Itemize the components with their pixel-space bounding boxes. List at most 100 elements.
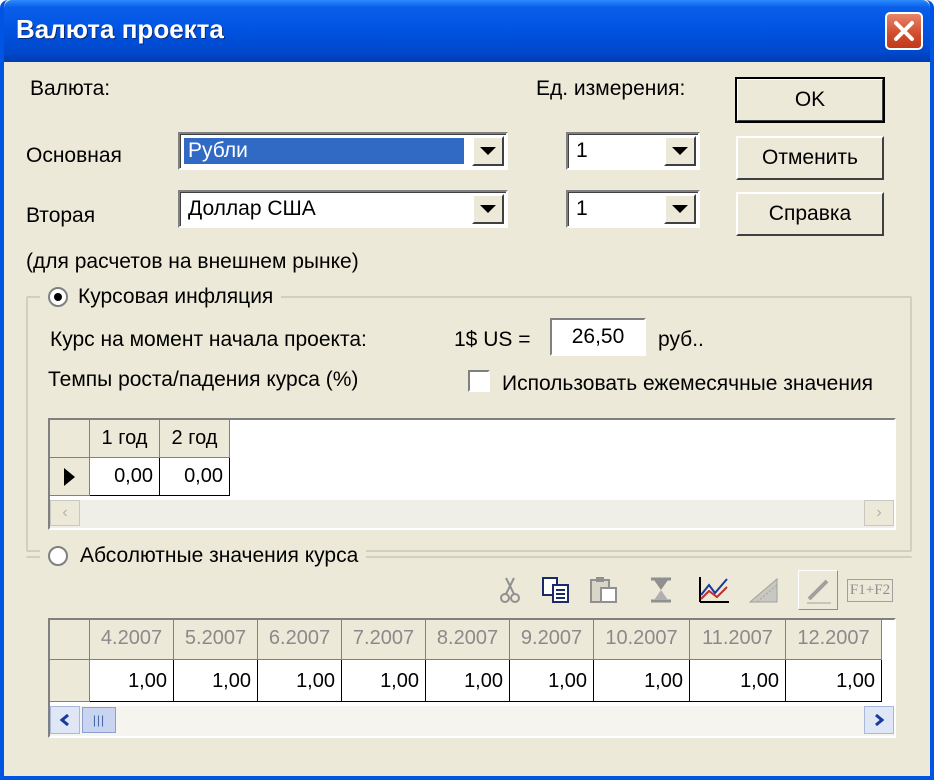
cut-button[interactable] — [490, 570, 530, 610]
absolute-values-label: Абсолютные значения курса — [80, 544, 359, 567]
ok-button[interactable]: OK — [735, 77, 885, 123]
chevron-down-icon — [672, 205, 688, 213]
window-title: Валюта проекта — [16, 14, 224, 44]
chevron-left-icon — [59, 713, 69, 727]
chevron-down-icon — [480, 205, 496, 213]
table-corner — [50, 620, 90, 660]
column-header[interactable]: 6.2007 — [258, 620, 342, 660]
table-cell[interactable]: 1,00 — [594, 660, 690, 702]
paste-button[interactable] — [584, 570, 624, 610]
second-currency-select[interactable]: Доллар США — [178, 190, 508, 228]
table-cell[interactable]: 0,00 — [90, 458, 160, 496]
absolute-values-table[interactable]: 4.2007 1,00 5.2007 1,00 6.2007 1,00 7.2007 1,00… — [48, 618, 896, 738]
second-unit-dropdown-button[interactable] — [664, 194, 696, 224]
chevron-right-icon — [875, 713, 885, 727]
formula-button[interactable]: F1+F2 — [846, 570, 894, 610]
absolute-values-radio[interactable] — [48, 546, 68, 566]
second-currency-value: Доллар США — [188, 197, 316, 220]
usd-label: 1$ US = — [454, 328, 531, 351]
table-cell[interactable]: 1,00 — [174, 660, 258, 702]
second-unit-value: 1 — [576, 197, 588, 220]
chevron-right-icon: › — [876, 504, 882, 521]
second-currency-label: Вторая — [26, 204, 96, 227]
main-unit-select[interactable]: 1 — [566, 132, 700, 170]
area-chart-icon — [748, 577, 778, 603]
table-cell[interactable]: 1,00 — [258, 660, 342, 702]
hourglass-button[interactable] — [642, 570, 682, 610]
line-chart-button[interactable] — [694, 570, 734, 610]
column-header[interactable]: 2 год — [160, 420, 230, 458]
current-row-icon — [64, 467, 75, 486]
table-corner — [50, 420, 90, 458]
rate-inflation-option[interactable]: Курсовая инфляция — [40, 284, 282, 310]
copy-button[interactable] — [536, 570, 576, 610]
growth-rate-table[interactable]: 1 год 2 год 0,00 0,00 ‹ › — [48, 418, 896, 530]
scroll-left-button[interactable]: ‹ — [50, 500, 80, 526]
cancel-button[interactable]: Отменить — [736, 136, 884, 180]
absolute-table-hscrollbar[interactable]: ||| — [50, 706, 894, 736]
chevron-down-icon — [672, 147, 688, 155]
line-chart-icon — [699, 577, 729, 603]
second-unit-select[interactable]: 1 — [566, 190, 700, 228]
rate-inflation-radio[interactable] — [48, 287, 68, 307]
pencil-button[interactable] — [798, 570, 838, 610]
row-header[interactable] — [50, 458, 90, 496]
column-header[interactable]: 7.2007 — [342, 620, 426, 660]
main-currency-select[interactable]: Рубли — [178, 132, 508, 170]
external-market-note: (для расчетов на внешнем рынке) — [26, 250, 359, 273]
monthly-values-label[interactable]: Использовать ежемесячные значения — [502, 372, 873, 396]
pencil-icon — [807, 579, 831, 604]
table-cell[interactable]: 1,00 — [426, 660, 510, 702]
table-cell[interactable]: 0,00 — [160, 458, 230, 496]
help-button[interactable]: Справка — [736, 192, 884, 236]
column-header[interactable]: 4.2007 — [90, 620, 174, 660]
title-bar[interactable]: Валюта проекта — [4, 0, 930, 62]
row-header[interactable] — [50, 660, 90, 702]
table-cell[interactable]: 1,00 — [786, 660, 882, 702]
growth-rate-label: Темпы роста/падения курса (%) — [48, 368, 359, 391]
rate-inflation-label: Курсовая инфляция — [78, 285, 274, 308]
close-button[interactable] — [885, 12, 923, 50]
column-header[interactable]: 11.2007 — [690, 620, 786, 660]
chevron-left-icon: ‹ — [62, 504, 68, 521]
second-currency-dropdown-button[interactable] — [472, 194, 504, 224]
absolute-toolbar: F1+F2 — [490, 570, 894, 612]
main-currency-dropdown-button[interactable] — [472, 136, 504, 166]
paste-icon — [590, 577, 617, 603]
monthly-values-checkbox[interactable] — [468, 370, 490, 392]
currency-label: Валюта: — [30, 77, 111, 100]
main-unit-value: 1 — [576, 139, 588, 162]
scroll-right-button[interactable]: › — [864, 500, 894, 526]
main-currency-value: Рубли — [184, 138, 464, 164]
area-chart-button[interactable] — [744, 570, 784, 610]
column-header[interactable]: 5.2007 — [174, 620, 258, 660]
column-header[interactable]: 12.2007 — [786, 620, 882, 660]
absolute-values-option[interactable]: Абсолютные значения курса — [40, 543, 367, 569]
table-cell[interactable]: 1,00 — [90, 660, 174, 702]
column-header[interactable]: 1 год — [90, 420, 160, 458]
table-cell[interactable]: 1,00 — [690, 660, 786, 702]
scroll-thumb[interactable]: ||| — [82, 707, 116, 733]
column-header[interactable]: 10.2007 — [594, 620, 690, 660]
close-icon — [894, 21, 914, 41]
units-label: Ед. измерения: — [536, 77, 686, 100]
scroll-left-button[interactable] — [50, 706, 80, 734]
dialog-body: Валюта: Ед. измерения: Основная Рубли 1 … — [4, 62, 930, 776]
main-unit-dropdown-button[interactable] — [664, 136, 696, 166]
main-currency-label: Основная — [26, 144, 122, 167]
table-cell[interactable]: 1,00 — [510, 660, 594, 702]
hourglass-icon — [651, 577, 671, 603]
growth-table-hscrollbar[interactable]: ‹ › — [50, 500, 894, 528]
formula-icon: F1+F2 — [846, 578, 894, 602]
rate-unit-label: руб.. — [658, 328, 704, 351]
grip-icon: ||| — [92, 713, 106, 727]
copy-icon — [542, 577, 569, 603]
column-header[interactable]: 9.2007 — [510, 620, 594, 660]
column-header[interactable]: 8.2007 — [426, 620, 510, 660]
table-cell[interactable]: 1,00 — [342, 660, 426, 702]
scissors-icon — [500, 577, 520, 603]
start-rate-input[interactable]: 26,50 — [550, 318, 646, 356]
chevron-down-icon — [480, 147, 496, 155]
scroll-right-button[interactable] — [864, 706, 894, 734]
start-rate-label: Курс на момент начала проекта: — [50, 328, 367, 351]
